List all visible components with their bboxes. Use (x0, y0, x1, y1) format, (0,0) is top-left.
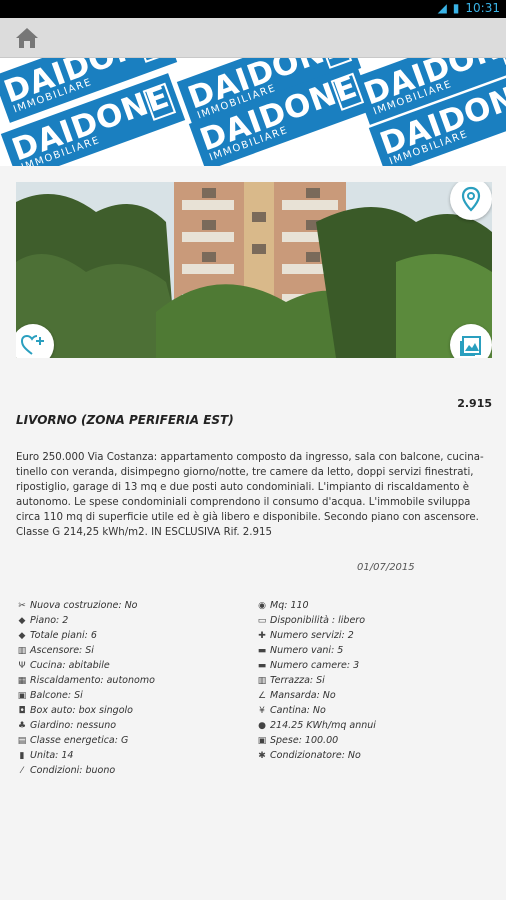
feature-item: Ψ Cucina: abitabile (16, 658, 155, 673)
feature-item: ◆ Piano: 2 (16, 613, 155, 628)
feature-label: Box auto: box singolo (30, 705, 133, 716)
feature-label: Mansarda: No (270, 690, 336, 701)
home-button[interactable] (14, 26, 40, 50)
feature-label: Spese: 100.00 (270, 735, 339, 746)
balcony-icon: ▣ (17, 690, 27, 701)
property-photo-image (16, 182, 492, 358)
elevator-icon: ▥ (17, 645, 27, 656)
feature-label: Nuova costruzione: No (30, 600, 138, 611)
feature-item: ▬ Numero camere: 3 (256, 658, 376, 673)
feature-item: ▣ Balcone: Si (16, 688, 155, 703)
gallery-button[interactable] (450, 324, 492, 358)
feature-item: ⁄ Condizioni: buono (16, 763, 155, 778)
feature-item: ▣ Spese: 100.00 (256, 733, 376, 748)
floors-icon: ◆ (18, 630, 26, 641)
feature-label: Mq: 110 (270, 600, 309, 611)
feature-label: Classe energetica: G (30, 735, 129, 746)
status-time: 10:31 (465, 1, 500, 15)
kitchen-icon: Ψ (18, 660, 26, 671)
feature-label: Balcone: Si (30, 690, 83, 701)
feature-label: Ascensore: Si (30, 645, 94, 656)
listing-description: Euro 250.000 Via Costanza: appartamento … (16, 452, 484, 538)
feature-item: ◆ Totale piani: 6 (16, 628, 155, 643)
status-icons: ◢ ▮ 10:31 (438, 1, 500, 15)
heart-plus-icon (20, 334, 44, 355)
attic-icon: ∠ (257, 690, 267, 701)
feature-label: Condizioni: buono (30, 765, 116, 776)
feature-label: Piano: 2 (30, 615, 69, 626)
energy-icon: ▤ (17, 735, 27, 746)
status-bar: ◢ ▮ 10:31 (0, 0, 506, 18)
feature-label: Numero camere: 3 (270, 660, 360, 671)
battery-icon: ▮ (452, 1, 460, 15)
feature-item: ∠ Mansarda: No (256, 688, 376, 703)
feature-item: ▭ Disponibilità : libero (256, 613, 376, 628)
feature-label: Numero servizi: 2 (270, 630, 354, 641)
feature-label: Disponibilità : libero (270, 615, 366, 626)
feature-item: ◉ Mq: 110 (256, 598, 376, 613)
feature-label: Giardino: nessuno (30, 720, 117, 731)
rooms-icon: ▬ (257, 645, 267, 656)
listing-date: 01/07/2015 (357, 562, 415, 573)
feature-label: Numero vani: 5 (270, 645, 344, 656)
map-pin-icon (461, 186, 481, 212)
feature-label: Cucina: abitabile (30, 660, 110, 671)
units-icon: ▮ (19, 750, 25, 761)
listing-reference: 2.915 (457, 397, 492, 410)
feature-item: ✂ Nuova costruzione: No (16, 598, 155, 613)
condition-icon: ⁄ (21, 765, 23, 776)
listing-city: LIVORNO (ZONA PERIFERIA EST) (16, 413, 234, 427)
feature-label: Cantina: No (270, 705, 326, 716)
availability-icon: ▭ (257, 615, 267, 626)
feature-item: ♣ Giardino: nessuno (16, 718, 155, 733)
expenses-icon: ▣ (257, 735, 267, 746)
bath-icon: ✚ (258, 630, 266, 641)
feature-item: ✱ Condizionatore: No (256, 748, 376, 763)
feature-label: Riscaldamento: autonomo (30, 675, 155, 686)
features-right-column: ◉ Mq: 110 ▭ Disponibilità : libero ✚ Numero s… (256, 598, 376, 763)
feature-item: ▮ Unita: 14 (16, 748, 155, 763)
feature-item: ● 214.25 KWh/mq annui (256, 718, 376, 733)
car-icon: ◘ (18, 705, 26, 716)
signal-icon: ◢ (437, 1, 447, 15)
feature-item: ▥ Terrazza: Si (256, 673, 376, 688)
tools-icon: ✂ (18, 600, 26, 611)
cellar-icon: ¥ (259, 705, 265, 716)
feature-item: ◘ Box auto: box singolo (16, 703, 155, 718)
feature-label: Terrazza: Si (270, 675, 325, 686)
energy-index-icon: ● (258, 720, 266, 731)
feature-label: 214.25 KWh/mq annui (270, 720, 376, 731)
feature-label: Condizionatore: No (270, 750, 361, 761)
terrace-icon: ▥ (257, 675, 267, 686)
feature-label: Totale piani: 6 (30, 630, 97, 641)
feature-item: ▬ Numero vani: 5 (256, 643, 376, 658)
garden-icon: ♣ (17, 720, 27, 731)
feature-item: ▦ Riscaldamento: autonomo (16, 673, 155, 688)
home-icon (16, 28, 38, 48)
feature-item: ▥ Ascensore: Si (16, 643, 155, 658)
feature-item: ✚ Numero servizi: 2 (256, 628, 376, 643)
floor-icon: ◆ (18, 615, 26, 626)
feature-item: ▤ Classe energetica: G (16, 733, 155, 748)
bed-icon: ▬ (257, 660, 267, 671)
property-photo[interactable] (16, 182, 492, 358)
app-bar (0, 18, 506, 58)
area-icon: ◉ (258, 600, 266, 611)
agency-banner: DAIDONE IMMOBILIARE DAIDONE IMMOBILIARE DA… (0, 58, 506, 166)
ac-icon: ✱ (258, 750, 266, 761)
feature-item: ¥ Cantina: No (256, 703, 376, 718)
gallery-icon (460, 336, 481, 356)
heating-icon: ▦ (17, 675, 27, 686)
features-left-column: ✂ Nuova costruzione: No ◆ Piano: 2 ◆ Totale p… (16, 598, 155, 778)
feature-label: Unita: 14 (30, 750, 74, 761)
